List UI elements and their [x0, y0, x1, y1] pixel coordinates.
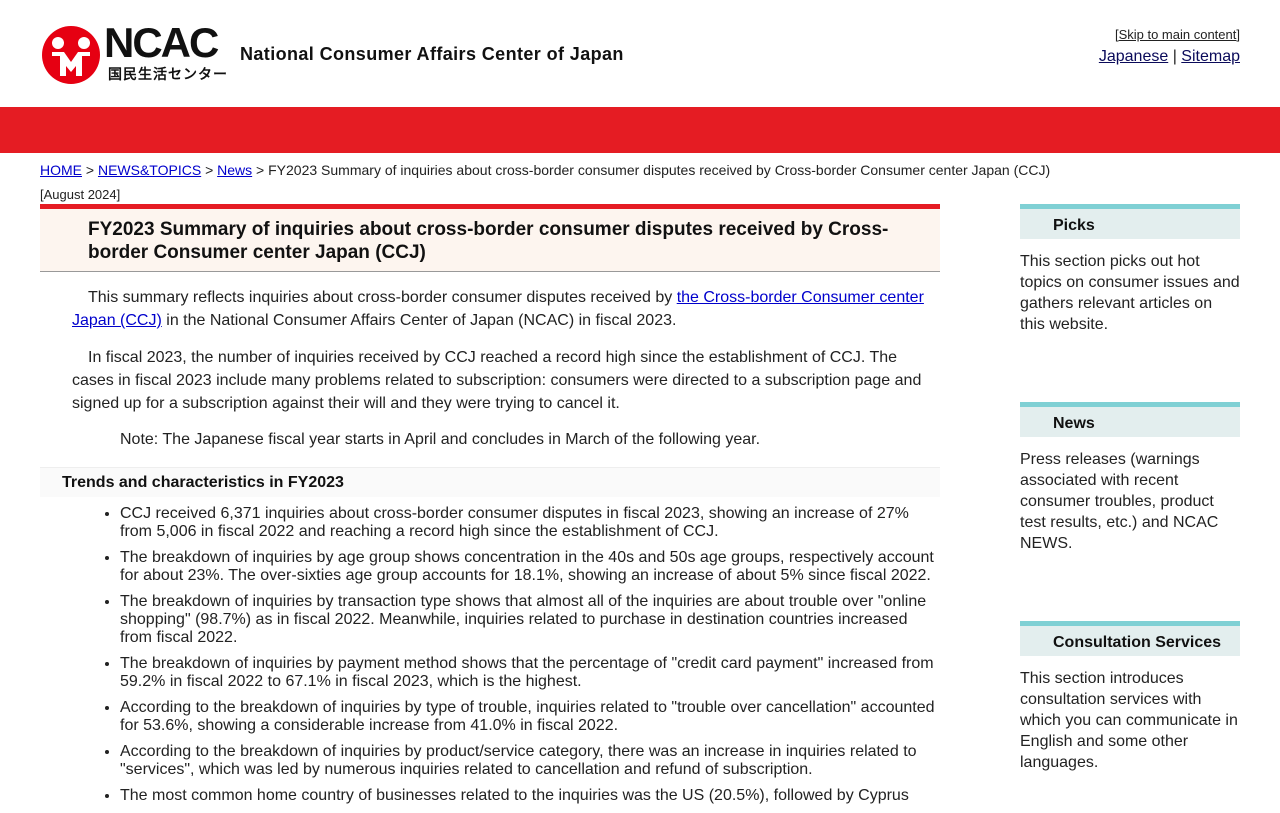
list-item: The breakdown of inquiries by age group …	[120, 549, 940, 585]
skip-link-wrapper: [Skip to main content]	[1114, 27, 1240, 42]
publish-date: [August 2024]	[40, 187, 121, 202]
article-title-box: FY2023 Summary of inquiries about cross-…	[40, 204, 940, 272]
sidebar-text-consultation: This section introduces consultation ser…	[1020, 670, 1238, 771]
sidebar-heading-news[interactable]: News	[1020, 402, 1240, 437]
sidebar-block-picks: Picks This section picks out hot topics …	[1020, 204, 1240, 335]
breadcrumb: HOME > NEWS&TOPICS > News > FY2023 Summa…	[40, 162, 1050, 178]
main-content: FY2023 Summary of inquiries about cross-…	[40, 204, 940, 813]
fiscal-year-note: Note: The Japanese fiscal year starts in…	[120, 431, 761, 448]
page-title: FY2023 Summary of inquiries about cross-…	[88, 219, 889, 263]
breadcrumb-news-topics[interactable]: NEWS&TOPICS	[98, 162, 201, 178]
summary-paragraph: In fiscal 2023, the number of inquiries …	[72, 349, 922, 412]
intro-text-before: This summary reflects inquiries about cr…	[88, 289, 677, 306]
breadcrumb-home[interactable]: HOME	[40, 162, 82, 178]
sidebar-heading-picks[interactable]: Picks	[1020, 204, 1240, 239]
trends-list: CCJ received 6,371 inquiries about cross…	[40, 505, 940, 805]
intro-paragraph: This summary reflects inquiries about cr…	[72, 286, 924, 332]
logo-wordmark: NCAC	[104, 19, 219, 66]
logo-japanese-name: 国民生活センター	[108, 66, 228, 82]
ncac-logo[interactable]: NCAC 国民生活センター	[40, 20, 230, 88]
breadcrumb-current: FY2023 Summary of inquiries about cross-…	[268, 162, 1051, 178]
sidebar-text-news: Press releases (warnings associated with…	[1020, 451, 1219, 552]
sidebar-block-consultation: Consultation Services This section intro…	[1020, 621, 1240, 773]
sidebar-text-picks: This section picks out hot topics on con…	[1020, 253, 1240, 333]
list-item: CCJ received 6,371 inquiries about cross…	[120, 505, 940, 541]
header-links: Japanese | Sitemap	[1099, 48, 1240, 66]
organization-name: National Consumer Affairs Center of Japa…	[240, 44, 624, 64]
logo-emblem-icon	[42, 26, 100, 84]
list-item: The most common home country of business…	[120, 787, 940, 805]
list-item: According to the breakdown of inquiries …	[120, 743, 940, 779]
breadcrumb-separator: >	[256, 162, 265, 178]
global-nav-bar	[0, 107, 1280, 153]
site-header: NCAC 国民生活センター National Consumer Affairs …	[0, 0, 1280, 107]
list-item: The breakdown of inquiries by transactio…	[120, 593, 940, 647]
sitemap-link[interactable]: Sitemap	[1181, 48, 1240, 65]
intro-text-after: in the National Consumer Affairs Center …	[161, 312, 677, 329]
list-item: According to the breakdown of inquiries …	[120, 699, 940, 735]
breadcrumb-news[interactable]: News	[217, 162, 252, 178]
section-heading-trends: Trends and characteristics in FY2023	[40, 467, 940, 497]
list-item: The breakdown of inquiries by payment me…	[120, 655, 940, 691]
header-link-separator: |	[1172, 48, 1177, 65]
japanese-link[interactable]: Japanese	[1099, 48, 1168, 65]
sidebar-heading-consultation[interactable]: Consultation Services	[1020, 621, 1240, 656]
breadcrumb-separator: >	[205, 162, 214, 178]
skip-to-main-link[interactable]: Skip to main content	[1119, 27, 1237, 42]
breadcrumb-separator: >	[85, 162, 95, 178]
sidebar-block-news: News Press releases (warnings associated…	[1020, 402, 1240, 554]
